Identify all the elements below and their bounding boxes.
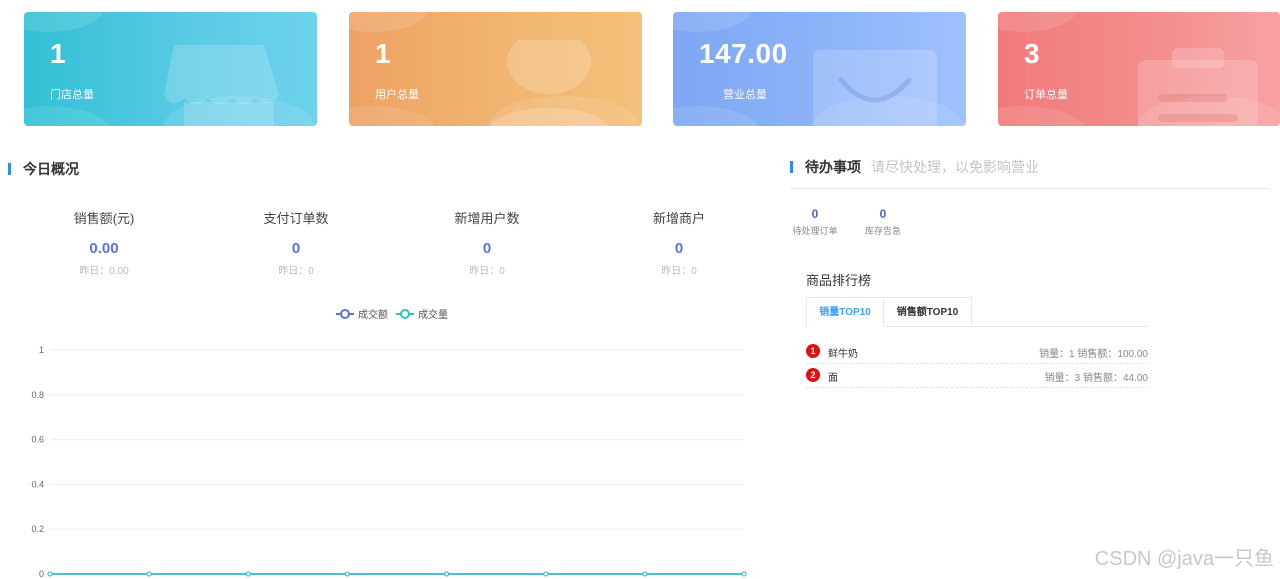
todo-label: 库存告急 [864,226,901,236]
legend-marker-icon [396,308,414,319]
today-overview-header: 今日概况 [8,159,79,179]
legend-item-volume[interactable]: 成交量 [396,306,448,321]
legend-label: 成交额 [358,310,388,321]
tab-sales-amount-top10[interactable]: 销售额TOP10 [884,297,972,327]
stores-total-value: 1 [50,38,67,69]
data-point[interactable] [344,571,350,577]
users-total-value: 1 [375,38,392,69]
rank-badge: 1 [806,344,820,358]
stat-card-revenue: 147.00 营业总量 [673,12,966,126]
product-stats: 销量：1 销售额：100.00 [1039,349,1148,360]
todo-count: 0 [811,207,819,221]
data-point[interactable] [47,571,53,577]
stat-yesterday: 昨日：0 [661,266,697,277]
rank-badge: 2 [806,368,820,382]
today-stat-new-users: 新增用户数 0 昨日：0 [412,208,562,277]
y-tick-label: 0.6 [31,435,44,445]
data-point[interactable] [543,571,549,577]
stat-yesterday: 昨日：0 [278,266,314,277]
todo-label: 待处理订单 [792,226,838,236]
stat-card-stores: 1 门店总量 [24,12,317,126]
bag-icon [813,50,937,126]
todo-count: 0 [879,207,887,221]
today-stat-new-merchants: 新增商户 0 昨日：0 [604,208,754,277]
clipboard-icon [1138,48,1258,126]
ranking-row: 1 鲜牛奶 销量：1 销售额：100.00 [806,340,1148,364]
data-point[interactable] [245,571,251,577]
users-total-label: 用户总量 [375,89,419,101]
stat-label: 支付订单数 [263,211,329,226]
ranking-title: 商品排行榜 [806,273,872,288]
tab-sales-volume-top10[interactable]: 销量TOP10 [806,297,884,327]
todo-subtitle: 请尽快处理，以免影响营业 [871,159,1039,175]
stat-label: 新增商户 [652,211,705,226]
orders-total-label: 订单总量 [1024,89,1068,101]
revenue-total-label: 营业总量 [723,89,767,101]
stat-label: 销售额(元) [73,211,135,226]
stat-label: 新增用户数 [454,211,520,226]
product-name: 鲜牛奶 [828,349,858,360]
y-tick-label: 0.8 [31,390,44,400]
todo-divider [790,188,1269,189]
ranking-row: 2 面 销量：3 销售额：44.00 [806,364,1148,388]
todo-title: 待办事项 [805,159,861,175]
y-tick-label: 1 [39,345,44,355]
store-icon [164,45,279,126]
data-point[interactable] [146,571,152,577]
legend-label: 成交量 [418,310,448,321]
stat-value: 0 [291,240,301,257]
data-point[interactable] [741,571,747,577]
todo-low-stock[interactable]: 0 库存告急 [862,207,904,237]
orders-total-value: 3 [1024,38,1041,69]
stores-total-label: 门店总量 [50,89,94,101]
todo-header: 待办事项 请尽快处理，以免影响营业 [790,157,1039,177]
today-stat-sales: 销售额(元) 0.00 昨日：0.00 [29,208,179,277]
y-tick-label: 0.4 [31,479,44,489]
stat-yesterday: 昨日：0.00 [79,266,129,277]
today-overview-title: 今日概况 [23,161,79,177]
stat-yesterday: 昨日：0 [469,266,505,277]
data-point[interactable] [444,571,450,577]
stat-card-users: 1 用户总量 [349,12,642,126]
data-point[interactable] [642,571,648,577]
legend-item-amount[interactable]: 成交额 [336,306,388,321]
product-stats: 销量：3 销售额：44.00 [1044,373,1148,384]
stat-value: 0 [674,240,684,257]
legend-marker-icon [336,308,354,319]
user-icon [490,40,608,126]
trend-line-chart: 0 0.2 0.4 0.6 0.8 1 [31,345,747,579]
section-accent-bar [790,161,793,173]
stat-value: 0 [482,240,492,257]
y-tick-label: 0.2 [31,524,44,534]
today-stat-paid-orders: 支付订单数 0 昨日：0 [221,208,371,277]
product-name: 面 [828,373,838,384]
y-tick-label: 0 [39,569,44,579]
ranking-tabs: 销量TOP10 销售额TOP10 [806,297,1148,327]
stat-value: 0.00 [89,240,119,257]
revenue-total-value: 147.00 [699,38,788,69]
chart-legend: 成交额 成交量 [336,306,456,321]
section-accent-bar [8,163,11,175]
todo-pending-orders[interactable]: 0 待处理订单 [790,207,840,237]
stat-card-orders: 3 订单总量 [998,12,1280,126]
watermark: CSDN @java一只鱼 [1094,548,1274,570]
